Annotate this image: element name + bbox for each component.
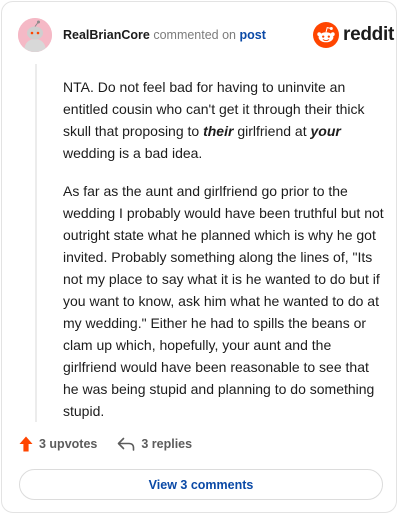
post-link[interactable]: post — [240, 28, 266, 42]
comment-text: wedding is a bad idea. — [63, 145, 203, 161]
comment-card: RealBrianCore commented on post reddit N… — [1, 1, 397, 513]
emphasis-your: your — [310, 123, 341, 139]
reddit-snoo-logo-icon — [313, 22, 339, 48]
comment-paragraph-2: As far as the aunt and girlfriend go pri… — [63, 183, 384, 419]
username[interactable]: RealBrianCore — [63, 28, 150, 42]
comment-actions: 3 upvotes 3 replies — [19, 434, 192, 454]
view-comments-button[interactable]: View 3 comments — [19, 469, 383, 500]
upvote-button[interactable]: 3 upvotes — [19, 436, 97, 452]
comment-header: RealBrianCore commented on post — [63, 27, 266, 43]
upvotes-count: 3 upvotes — [39, 437, 98, 451]
comment-body: NTA. Do not feel bad for having to uninv… — [63, 76, 387, 438]
comment-paragraph-1: NTA. Do not feel bad for having to uninv… — [63, 76, 387, 164]
thread-line — [35, 64, 37, 422]
snoo-avatar-icon — [18, 18, 52, 52]
reddit-logo[interactable]: reddit — [313, 22, 394, 48]
replies-count: 3 replies — [141, 437, 193, 451]
reddit-wordmark: reddit — [343, 24, 394, 45]
comment-text: girlfriend at — [233, 123, 311, 139]
commented-on-label: commented on — [153, 28, 237, 42]
reply-arrow-icon — [118, 437, 135, 451]
emphasis-their: their — [203, 123, 234, 139]
replies-button[interactable]: 3 replies — [117, 437, 192, 451]
avatar[interactable] — [18, 18, 52, 52]
upvote-arrow-icon — [19, 436, 33, 452]
